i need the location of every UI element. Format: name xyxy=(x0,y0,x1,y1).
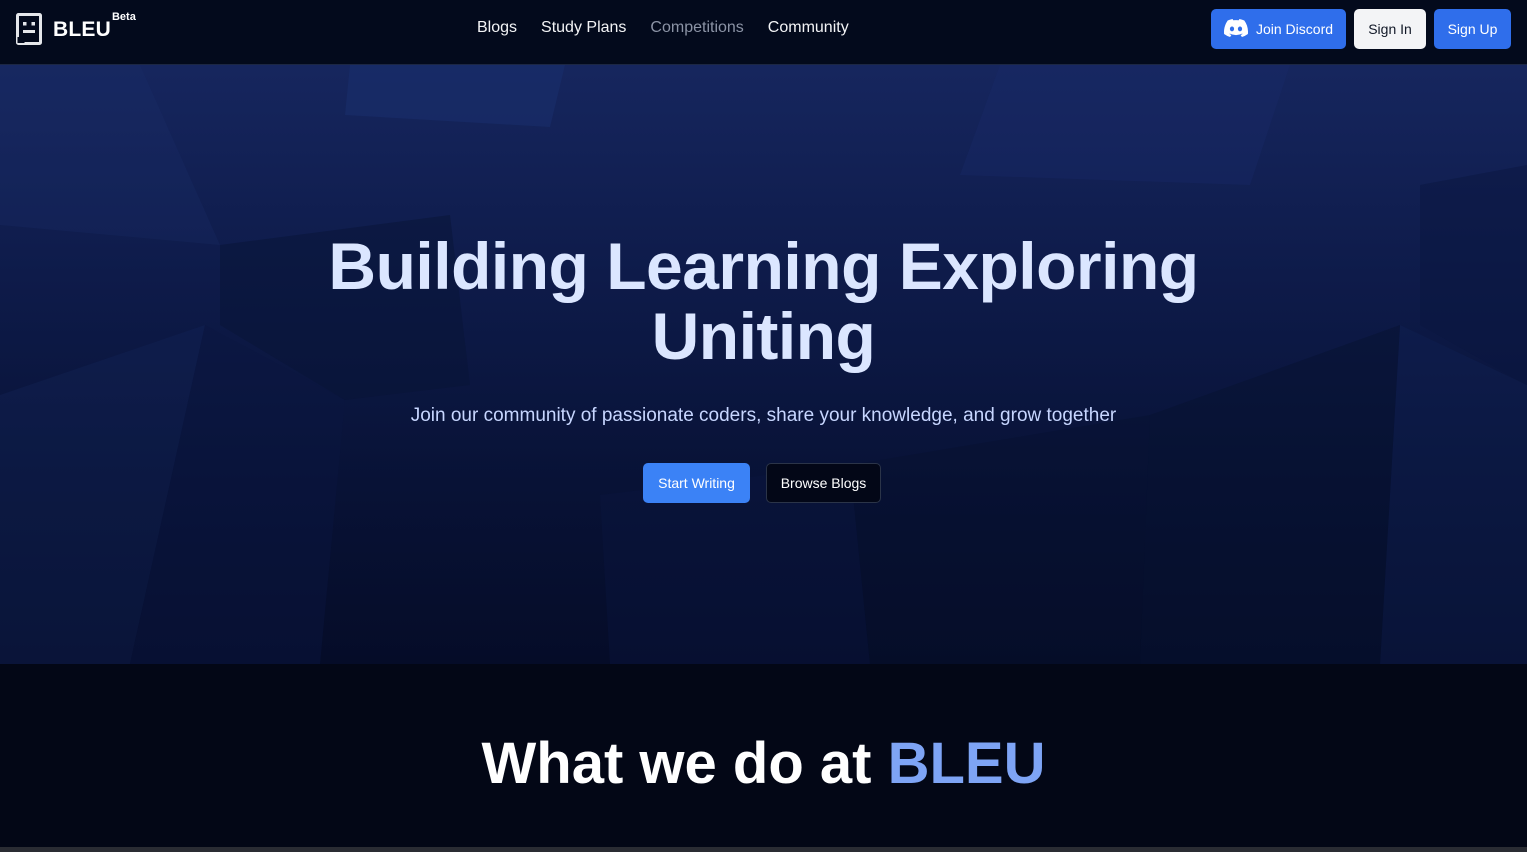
join-discord-button[interactable]: Join Discord xyxy=(1211,9,1346,49)
nav-actions: Join Discord Sign In Sign Up xyxy=(1211,9,1511,49)
hero-buttons: Start Writing Browse Blogs xyxy=(643,463,881,503)
bottom-divider xyxy=(0,847,1527,852)
hero-title-line-1: Building Learning Exploring xyxy=(328,229,1199,303)
section-title: What we do at BLEU xyxy=(0,730,1527,797)
hero-title-line-2: Uniting xyxy=(651,299,876,373)
hero-content: Building Learning Exploring Uniting Join… xyxy=(0,65,1527,664)
bleu-logo-icon xyxy=(16,13,42,45)
start-writing-button[interactable]: Start Writing xyxy=(643,463,750,503)
hero-section: Building Learning Exploring Uniting Join… xyxy=(0,65,1527,664)
nav-link-competitions[interactable]: Competitions xyxy=(650,19,743,37)
discord-icon xyxy=(1223,18,1248,40)
brand-logo[interactable]: BLEU Beta xyxy=(16,11,136,45)
nav-link-study-plans[interactable]: Study Plans xyxy=(541,19,626,37)
main-nav: Blogs Study Plans Competitions Community xyxy=(477,19,849,37)
sign-in-button[interactable]: Sign In xyxy=(1354,9,1426,49)
hero-subtitle: Join our community of passionate coders,… xyxy=(410,405,1117,426)
section-title-prefix: What we do at xyxy=(481,731,872,796)
section-title-accent: BLEU xyxy=(887,731,1046,796)
browse-blogs-button[interactable]: Browse Blogs xyxy=(766,463,881,503)
top-navbar: BLEU Beta Blogs Study Plans Competitions… xyxy=(0,0,1527,65)
what-we-do-section: What we do at BLEU xyxy=(0,664,1527,847)
brand-name: BLEU xyxy=(53,18,111,41)
sign-up-button[interactable]: Sign Up xyxy=(1434,9,1511,49)
nav-link-blogs[interactable]: Blogs xyxy=(477,19,517,37)
join-discord-label: Join Discord xyxy=(1255,21,1334,37)
hero-title: Building Learning Exploring Uniting xyxy=(0,231,1527,371)
beta-badge: Beta xyxy=(111,11,136,23)
nav-link-community[interactable]: Community xyxy=(768,19,849,37)
